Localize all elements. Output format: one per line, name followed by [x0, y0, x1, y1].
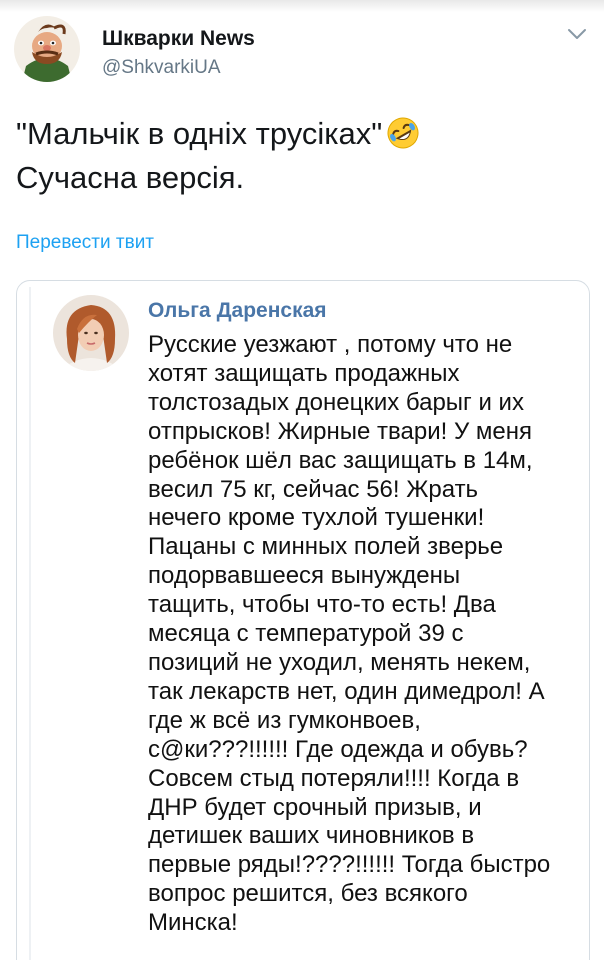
embed-text-line: месяца с температурой 39 с: [148, 620, 464, 648]
top-divider: [0, 0, 604, 12]
embed-text-line: весил 75 кг, сейчас 56! Жрать: [148, 475, 479, 503]
chevron-down-icon[interactable]: [566, 26, 588, 42]
embed-text-line: толстозадых донецких барыг и их: [148, 388, 524, 416]
embed-text-line: отпрысков! Жирные твари! У меня: [148, 417, 532, 445]
author-handle[interactable]: @ShkvarkiUA: [102, 57, 221, 79]
embed-text-line: позиций не уходил, менять некем,: [148, 648, 531, 676]
embed-text-line: тащить, чтобы что-то есть! Два: [148, 591, 496, 619]
embed-text-line: первые ряды!????!!!!!! Тогда быстро: [148, 851, 551, 879]
embed-text-line: вопрос решится, без всякого: [148, 880, 468, 908]
embed-text-line: Русские уезжают , потому что не: [148, 331, 513, 358]
embed-text-line: подорвавшееся вынуждены: [148, 562, 461, 590]
tweet-text: "Мальчік в одніх трусіках" Сучасна версі…: [16, 112, 586, 200]
embed-text-line: с@ки???!!!!!! Где одежда и обувь?: [148, 735, 528, 763]
embed-text-line: ДНР будет срочный призыв, и: [148, 793, 482, 821]
embed-text-line: где ж всё из гумконвоев,: [148, 706, 421, 734]
embed-footer-cropped: [148, 955, 568, 960]
embed-text-line: Минска!: [148, 909, 238, 937]
rolling-on-floor-laughing-emoji-icon: [386, 116, 420, 150]
embed-text-line: нечего кроме тухлой тушенки!: [148, 504, 485, 532]
embed-text-line: ребёнок шёл вас защищать в 14м,: [148, 446, 533, 474]
author-avatar[interactable]: [14, 16, 80, 82]
embed-author-avatar: [53, 295, 129, 371]
embed-text-line: Пацаны с минных полей зверье: [148, 533, 504, 561]
translate-tweet-link[interactable]: Перевести твит: [16, 232, 154, 254]
embedded-image-card[interactable]: Ольга Даренская Русские уезжают , потому…: [16, 280, 590, 960]
embed-side-bar: [29, 287, 31, 960]
embed-post-text: Русские уезжают , потому что не хотят за…: [148, 331, 578, 938]
tweet: Шкварки News @ShkvarkiUA "Мальчік в одні…: [0, 0, 604, 960]
embed-text-line: хотят защищать продажных: [148, 359, 460, 387]
embed-author-name: Ольга Даренская: [148, 299, 327, 322]
embed-text-line: детишек ваших чиновников в: [148, 822, 475, 850]
tweet-text-line-1: "Мальчік в одніх трусіках": [16, 116, 383, 151]
embed-text-line: так лекарств нет, один димедрол! А: [148, 677, 545, 705]
author-name[interactable]: Шкварки News: [102, 27, 255, 51]
embed-text-line: Совсем стыд потеряли!!!! Когда в: [148, 764, 520, 792]
tweet-text-line-2: Сучасна версія.: [16, 160, 245, 195]
